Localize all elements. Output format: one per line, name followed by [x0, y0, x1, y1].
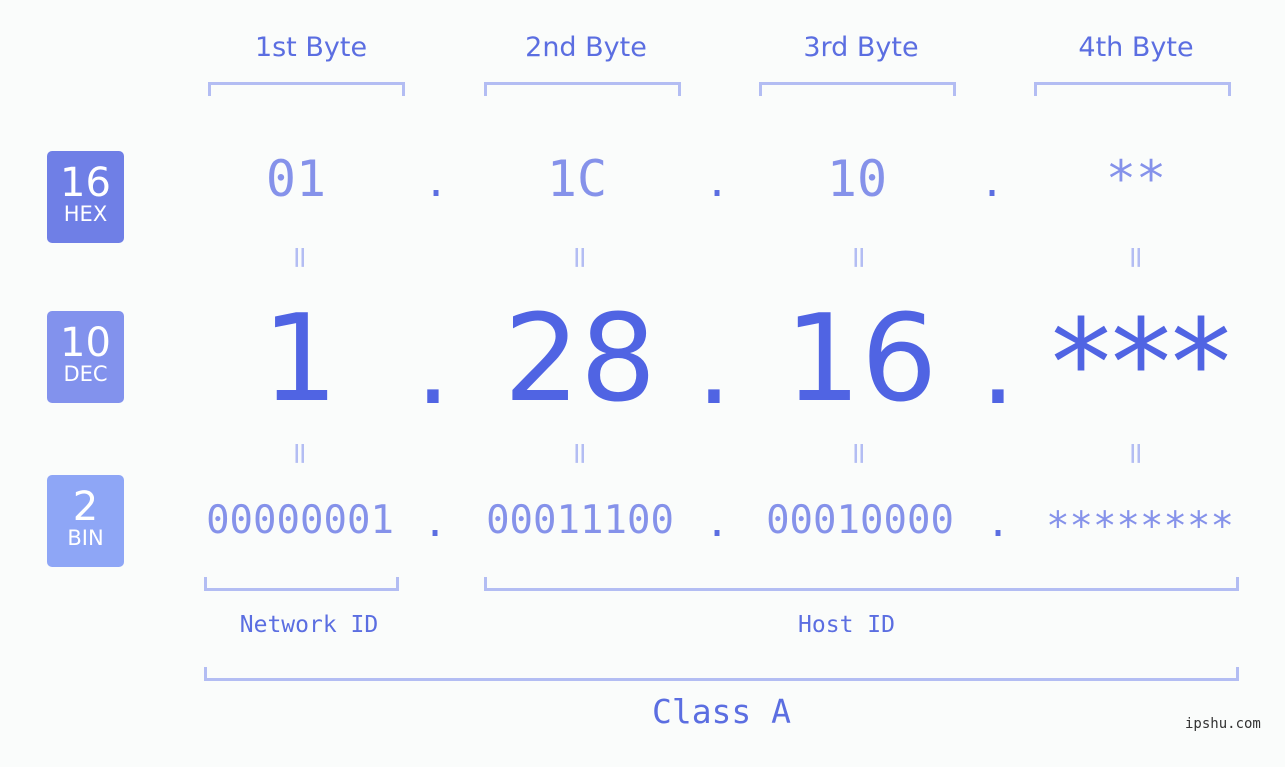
- equals-icon: =: [282, 244, 318, 271]
- dec-byte-1: 1: [261, 290, 339, 429]
- equals-icon: =: [562, 244, 598, 271]
- byte-bracket-1: [208, 82, 405, 96]
- class-label: Class A: [651, 692, 792, 731]
- dec-badge: 10 DEC: [47, 311, 124, 403]
- hex-badge-number: 16: [60, 160, 111, 206]
- byte-header-4: 4th Byte: [1078, 32, 1194, 63]
- bin-badge: 2 BIN: [47, 475, 124, 567]
- hex-byte-2: 1C: [546, 150, 608, 208]
- byte-bracket-4: [1034, 82, 1231, 96]
- watermark: ipshu.com: [1185, 716, 1261, 732]
- bin-badge-label: BIN: [67, 526, 104, 550]
- byte-bracket-2: [484, 82, 681, 96]
- dec-badge-number: 10: [60, 320, 111, 366]
- byte-header-2: 2nd Byte: [525, 32, 647, 63]
- equals-icon: =: [1118, 244, 1154, 271]
- byte-header-3: 3rd Byte: [803, 32, 919, 63]
- bin-byte-4: ********: [1046, 504, 1234, 549]
- bin-byte-1: 00000001: [206, 498, 394, 543]
- dec-byte-3: 16: [784, 290, 938, 429]
- hex-byte-3: 10: [826, 150, 888, 208]
- equals-icon: =: [841, 244, 877, 271]
- dec-byte-4: ***: [1051, 295, 1231, 434]
- hex-dot-1: .: [423, 160, 449, 206]
- byte-header-1: 1st Byte: [254, 32, 368, 63]
- byte-bracket-3: [759, 82, 956, 96]
- bin-dot-2: .: [704, 500, 730, 546]
- equals-icon: =: [562, 440, 598, 467]
- network-id-bracket: [204, 577, 399, 591]
- dec-badge-label: DEC: [63, 362, 108, 386]
- equals-icon: =: [1118, 440, 1154, 467]
- network-id-label: Network ID: [239, 612, 379, 638]
- equals-icon: =: [841, 440, 877, 467]
- equals-icon: =: [282, 440, 318, 467]
- hex-badge-label: HEX: [63, 202, 108, 226]
- host-id-bracket: [484, 577, 1239, 591]
- hex-badge: 16 HEX: [47, 151, 124, 243]
- bin-badge-number: 2: [72, 484, 99, 530]
- hex-byte-4: **: [1105, 150, 1167, 208]
- bin-byte-2: 00011100: [486, 498, 674, 543]
- hex-dot-3: .: [979, 160, 1005, 206]
- host-id-label: Host ID: [798, 612, 895, 638]
- dec-byte-2: 28: [503, 290, 657, 429]
- bin-byte-3: 00010000: [766, 498, 954, 543]
- class-bracket: [204, 667, 1239, 681]
- bin-dot-3: .: [985, 500, 1011, 546]
- bin-dot-1: .: [422, 500, 448, 546]
- hex-dot-2: .: [704, 160, 730, 206]
- hex-byte-1: 01: [265, 150, 327, 208]
